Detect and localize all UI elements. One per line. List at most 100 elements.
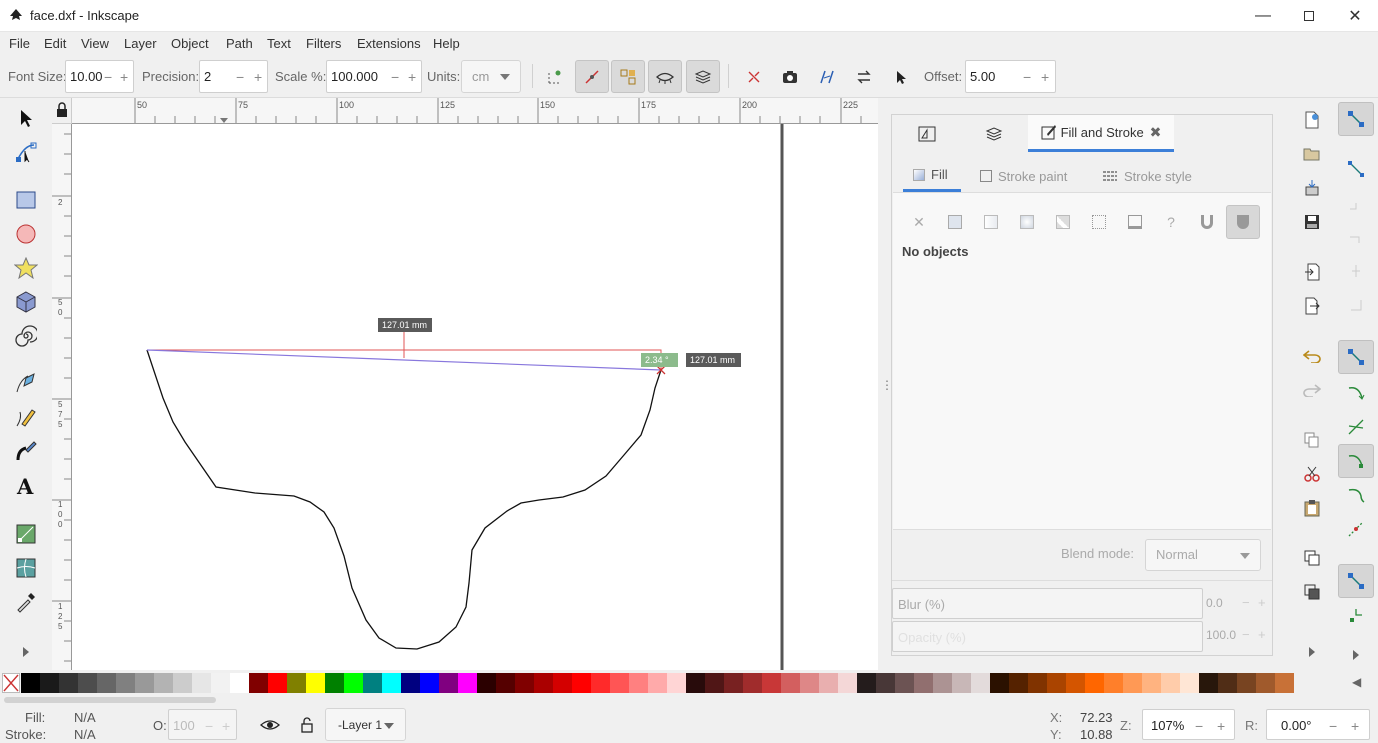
color-swatch[interactable] [21, 673, 40, 693]
color-swatch[interactable] [553, 673, 572, 693]
maximize-button[interactable] [1286, 0, 1332, 32]
bezier-pen-tool[interactable] [10, 368, 42, 400]
color-swatch[interactable] [249, 673, 268, 693]
color-swatch[interactable] [78, 673, 97, 693]
color-swatch[interactable] [667, 673, 686, 693]
spiral-tool[interactable] [10, 320, 42, 352]
snap-bbox-midpoints-button[interactable] [1338, 254, 1374, 288]
color-swatch[interactable] [990, 673, 1009, 693]
snap-others-toggle[interactable] [1338, 564, 1374, 598]
menu-help[interactable]: Help [433, 36, 460, 51]
subtab-stroke-style[interactable]: Stroke style [1102, 160, 1202, 192]
open-button[interactable] [1298, 140, 1326, 168]
color-swatch[interactable] [477, 673, 496, 693]
copy-button[interactable] [1298, 426, 1326, 454]
color-swatch[interactable] [401, 673, 420, 693]
menu-view[interactable]: View [81, 36, 109, 51]
layer-dropdown[interactable]: -Layer 1 [325, 708, 406, 741]
color-swatch[interactable] [154, 673, 173, 693]
menu-filters[interactable]: Filters [306, 36, 341, 51]
color-swatch[interactable] [1237, 673, 1256, 693]
snap-bounding-box-button[interactable] [1338, 152, 1374, 186]
increment-icon[interactable]: + [222, 718, 230, 734]
color-swatch[interactable] [857, 673, 876, 693]
color-swatch[interactable] [819, 673, 838, 693]
dropper-tool[interactable] [10, 586, 42, 618]
decrement-icon[interactable]: − [1023, 69, 1031, 85]
color-swatch[interactable] [952, 673, 971, 693]
linear-gradient-button[interactable] [974, 205, 1008, 239]
unset-paint-button[interactable]: ? [1154, 205, 1188, 239]
toggle-layer-visibility-button[interactable] [253, 708, 287, 741]
close-window-button[interactable]: ✕ [1332, 0, 1378, 32]
color-swatch[interactable] [173, 673, 192, 693]
units-dropdown[interactable]: cm [461, 60, 521, 93]
pattern-button[interactable] [1082, 205, 1116, 239]
decrement-icon[interactable]: − [391, 69, 399, 85]
color-swatch[interactable] [971, 673, 990, 693]
snap-object-centers-button[interactable] [1338, 598, 1374, 632]
color-swatch[interactable] [287, 673, 306, 693]
calligraphy-tool[interactable] [10, 436, 42, 468]
selector-tool[interactable] [10, 102, 42, 134]
ignore-first-last-button[interactable] [575, 60, 609, 93]
decrement-icon[interactable]: − [1242, 595, 1250, 610]
show-hidden-intersections-button[interactable] [611, 60, 645, 93]
tab-document-properties[interactable] [892, 115, 962, 152]
color-swatch[interactable] [1161, 673, 1180, 693]
horizontal-scrollbar[interactable] [0, 694, 1378, 706]
mesh-gradient-button[interactable] [1046, 205, 1080, 239]
3d-box-tool[interactable] [10, 286, 42, 318]
color-swatch[interactable] [743, 673, 762, 693]
snap-cusp-nodes-button[interactable] [1338, 444, 1374, 478]
color-swatch[interactable] [1047, 673, 1066, 693]
font-size-field[interactable]: 10.00 − + [65, 60, 134, 93]
color-swatch[interactable] [781, 673, 800, 693]
measure-visible-only-button[interactable] [648, 60, 682, 93]
color-swatch[interactable] [135, 673, 154, 693]
menu-path[interactable]: Path [226, 36, 253, 51]
no-color-swatch[interactable] [2, 673, 20, 693]
swatch-button[interactable] [1118, 205, 1152, 239]
increment-icon[interactable]: + [408, 69, 416, 85]
color-swatch[interactable] [97, 673, 116, 693]
redo-button[interactable] [1298, 376, 1326, 404]
rectangle-tool[interactable] [10, 184, 42, 216]
no-paint-button[interactable]: ✕ [902, 205, 936, 239]
flat-color-button[interactable] [938, 205, 972, 239]
close-icon[interactable]: ✖ [1150, 124, 1162, 141]
scrollbar-thumb[interactable] [4, 697, 216, 703]
star-tool[interactable] [10, 252, 42, 284]
color-swatch[interactable] [762, 673, 781, 693]
color-swatch[interactable] [1085, 673, 1104, 693]
color-swatch[interactable] [325, 673, 344, 693]
color-swatch[interactable] [1275, 673, 1294, 693]
color-swatch[interactable] [591, 673, 610, 693]
snap-bbox-centers-button[interactable] [1338, 288, 1374, 322]
decrement-icon[interactable]: − [1242, 627, 1250, 642]
opacity-slider[interactable]: Opacity (%) [892, 621, 1203, 652]
tab-layers[interactable] [964, 115, 1024, 152]
color-swatch[interactable] [1123, 673, 1142, 693]
offset-field[interactable]: 5.00 − + [965, 60, 1056, 93]
color-swatch[interactable] [59, 673, 78, 693]
convert-to-item-button[interactable] [847, 60, 881, 93]
ruler-corner-lock[interactable] [52, 98, 72, 124]
ellipse-tool[interactable] [10, 218, 42, 250]
clone-button[interactable] [1298, 578, 1326, 606]
import-file-button[interactable] [1298, 258, 1326, 286]
reverse-measure-button[interactable] [737, 60, 771, 93]
color-swatch[interactable] [344, 673, 363, 693]
decrement-icon[interactable]: − [236, 69, 244, 85]
color-swatch[interactable] [1142, 673, 1161, 693]
color-swatch[interactable] [1009, 673, 1028, 693]
color-swatch[interactable] [1218, 673, 1237, 693]
color-swatch[interactable] [515, 673, 534, 693]
decrement-icon[interactable]: − [1195, 718, 1203, 734]
save-button[interactable] [1298, 208, 1326, 236]
color-swatch[interactable] [876, 673, 895, 693]
color-swatch[interactable] [230, 673, 249, 693]
decrement-icon[interactable]: − [1329, 718, 1337, 734]
color-swatch[interactable] [838, 673, 857, 693]
color-swatch[interactable] [724, 673, 743, 693]
